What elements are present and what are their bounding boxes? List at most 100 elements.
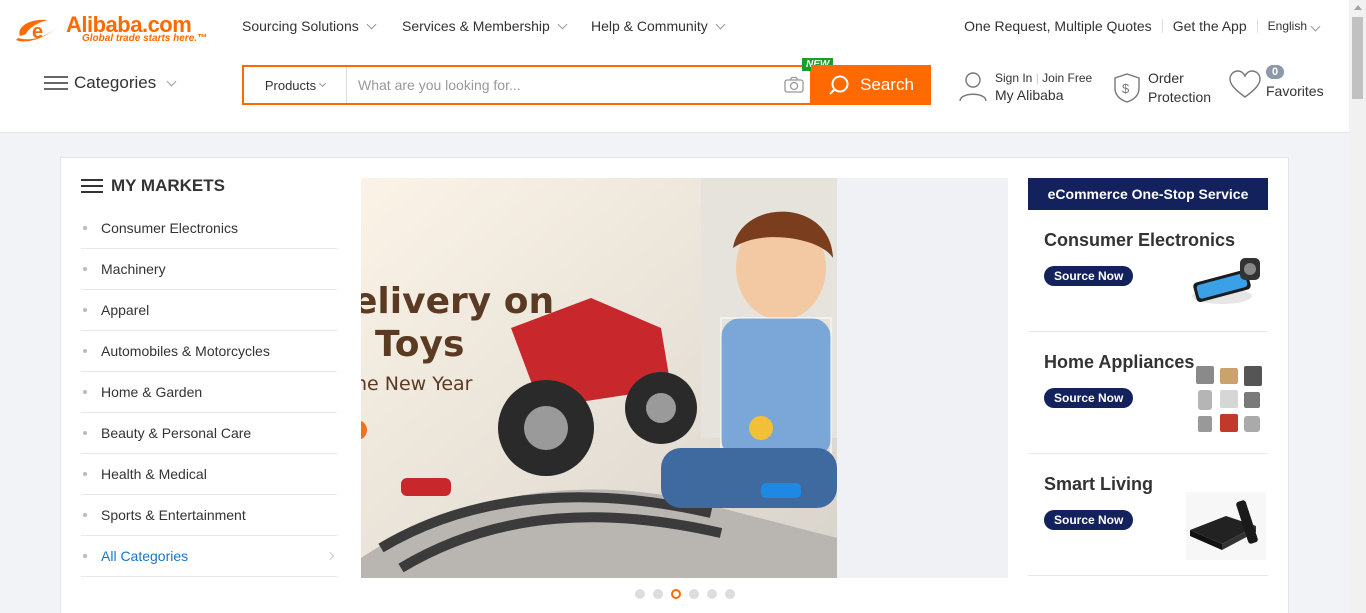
bullet-icon	[83, 349, 87, 353]
bullet-icon	[83, 513, 87, 517]
market-item[interactable]: Automobiles & Motorcycles	[81, 331, 337, 372]
nav-label: Services & Membership	[402, 18, 550, 34]
banner-image: elivery on Toys ne New Year	[361, 178, 837, 578]
scroll-up-arrow-icon[interactable]	[1354, 5, 1362, 10]
search-input[interactable]	[348, 67, 778, 103]
chevron-down-icon	[557, 19, 568, 29]
service-card-smart-living[interactable]: Smart Living Source Now	[1028, 454, 1268, 576]
market-item[interactable]: Apparel	[81, 290, 337, 331]
bullet-icon	[83, 554, 87, 558]
market-item-label: Home & Garden	[101, 384, 203, 400]
language-label: English	[1267, 19, 1307, 33]
market-item[interactable]: Health & Medical	[81, 454, 337, 495]
svg-text:e: e	[32, 21, 43, 43]
nav-sourcing-solutions[interactable]: Sourcing Solutions	[242, 18, 377, 34]
source-now-button[interactable]: Source Now	[1044, 388, 1134, 408]
carousel-dot[interactable]	[725, 589, 735, 599]
alibaba-logo-icon: e	[16, 19, 58, 43]
carousel-dot[interactable]	[707, 589, 717, 599]
chevron-down-icon	[319, 79, 327, 88]
ecommerce-service-panel: eCommerce One-Stop Service Consumer Elec…	[1028, 178, 1268, 576]
market-item-label: Sports & Entertainment	[101, 507, 246, 523]
banner-line-1: elivery on	[361, 281, 554, 322]
account-menu[interactable]: Sign In | Join Free My Alibaba	[958, 69, 1092, 103]
get-app-link[interactable]: Get the App	[1173, 18, 1247, 34]
header-utilities: One Request, Multiple Quotes Get the App…	[964, 18, 1321, 34]
camera-icon[interactable]	[784, 76, 804, 94]
market-item-label: Beauty & Personal Care	[101, 425, 252, 441]
language-selector[interactable]: English	[1267, 19, 1321, 33]
appliances-image	[1196, 366, 1262, 432]
source-now-button[interactable]: Source Now	[1044, 266, 1134, 286]
rfq-link[interactable]: One Request, Multiple Quotes	[964, 18, 1152, 34]
search-type-select[interactable]: Products	[244, 67, 347, 103]
market-item-label: Automobiles & Motorcycles	[101, 343, 270, 359]
ecommerce-service-title: eCommerce One-Stop Service	[1028, 178, 1268, 210]
promo-banner[interactable]: elivery on Toys ne New Year	[361, 178, 1008, 578]
market-item[interactable]: Sports & Entertainment	[81, 495, 337, 536]
chevron-down-icon	[366, 19, 377, 29]
my-markets-title: MY MARKETS	[111, 176, 225, 195]
market-item-label: Machinery	[101, 261, 166, 277]
service-card-title: Smart Living	[1044, 474, 1154, 494]
carousel-dots	[635, 589, 735, 599]
divider	[1161, 19, 1163, 33]
all-categories-link[interactable]: All Categories	[81, 536, 337, 577]
shield-dollar-icon: $	[1114, 73, 1140, 103]
favorites-link[interactable]: 0 Favorites	[1228, 65, 1324, 101]
nav-services-membership[interactable]: Services & Membership	[402, 18, 568, 34]
chevron-down-icon	[166, 76, 177, 86]
menu-icon	[44, 75, 68, 91]
service-card-home-appliances[interactable]: Home Appliances Source Now	[1028, 332, 1268, 454]
bullet-icon	[83, 308, 87, 312]
site-header: e Alibaba.com Global trade starts here.™…	[0, 0, 1349, 133]
divider	[1256, 19, 1258, 33]
market-item[interactable]: Consumer Electronics	[81, 208, 337, 249]
market-item[interactable]: Beauty & Personal Care	[81, 413, 337, 454]
market-item[interactable]: Home & Garden	[81, 372, 337, 413]
nav-help-community[interactable]: Help & Community	[591, 18, 726, 34]
favorites-count: 0	[1266, 65, 1284, 79]
search-icon	[829, 75, 849, 95]
home-main-panel: MY MARKETS Consumer Electronics Machiner…	[60, 157, 1289, 613]
carousel-dot[interactable]	[653, 589, 663, 599]
bullet-icon	[83, 390, 87, 394]
market-item-label: Consumer Electronics	[101, 220, 238, 236]
all-categories-label: All Categories	[101, 548, 189, 564]
logo-tagline: Global trade starts here.™	[82, 33, 208, 44]
svg-text:$: $	[1122, 81, 1130, 96]
my-markets-heading: MY MARKETS	[81, 176, 225, 196]
sign-in-link[interactable]: Sign In	[995, 71, 1032, 85]
join-free-link[interactable]: Join Free	[1042, 71, 1092, 85]
phone-charger-image	[1192, 258, 1260, 304]
order-label: Order	[1148, 70, 1184, 86]
list-icon	[81, 178, 103, 194]
chevron-down-icon	[1310, 21, 1321, 32]
bullet-icon	[83, 472, 87, 476]
carousel-dot[interactable]	[689, 589, 699, 599]
bullet-icon	[83, 226, 87, 230]
scrollbar-thumb[interactable]	[1352, 17, 1363, 99]
banner-line-2: Toys	[375, 324, 464, 365]
alibaba-logo[interactable]: e Alibaba.com Global trade starts here.™	[14, 12, 214, 48]
chevron-down-icon	[715, 19, 726, 29]
bullet-icon	[83, 431, 87, 435]
protection-label: Protection	[1148, 89, 1212, 105]
search-button[interactable]: Search	[811, 65, 931, 105]
carousel-dot-active[interactable]	[671, 589, 681, 599]
nav-label: Sourcing Solutions	[242, 18, 359, 34]
market-list: Consumer Electronics Machinery Apparel A…	[81, 208, 337, 577]
market-item-label: Apparel	[101, 302, 150, 318]
carousel-dot[interactable]	[635, 589, 645, 599]
market-item-label: Health & Medical	[101, 466, 207, 482]
categories-label: Categories	[74, 73, 157, 92]
my-alibaba-label: My Alibaba	[995, 87, 1064, 103]
categories-menu[interactable]: Categories	[44, 73, 177, 93]
order-protection[interactable]: $ Order Protection	[1112, 69, 1211, 107]
search-type-label: Products	[264, 77, 317, 93]
market-item[interactable]: Machinery	[81, 249, 337, 290]
service-card-consumer-electronics[interactable]: Consumer Electronics Source Now	[1028, 210, 1268, 332]
user-icon	[959, 72, 987, 102]
source-now-button[interactable]: Source Now	[1044, 510, 1134, 530]
page-scrollbar[interactable]	[1349, 0, 1366, 613]
